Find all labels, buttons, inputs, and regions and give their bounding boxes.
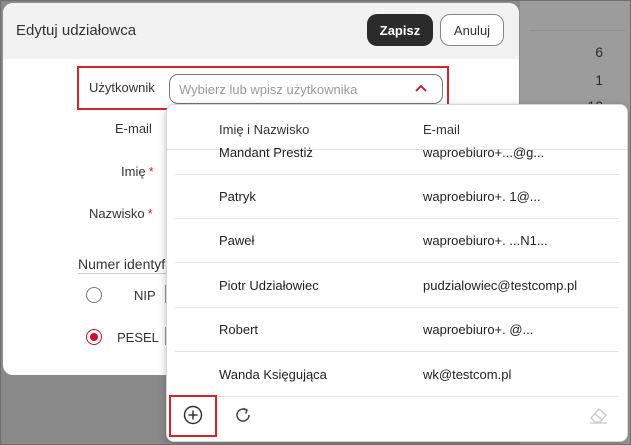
screenshot-border bbox=[0, 0, 631, 445]
